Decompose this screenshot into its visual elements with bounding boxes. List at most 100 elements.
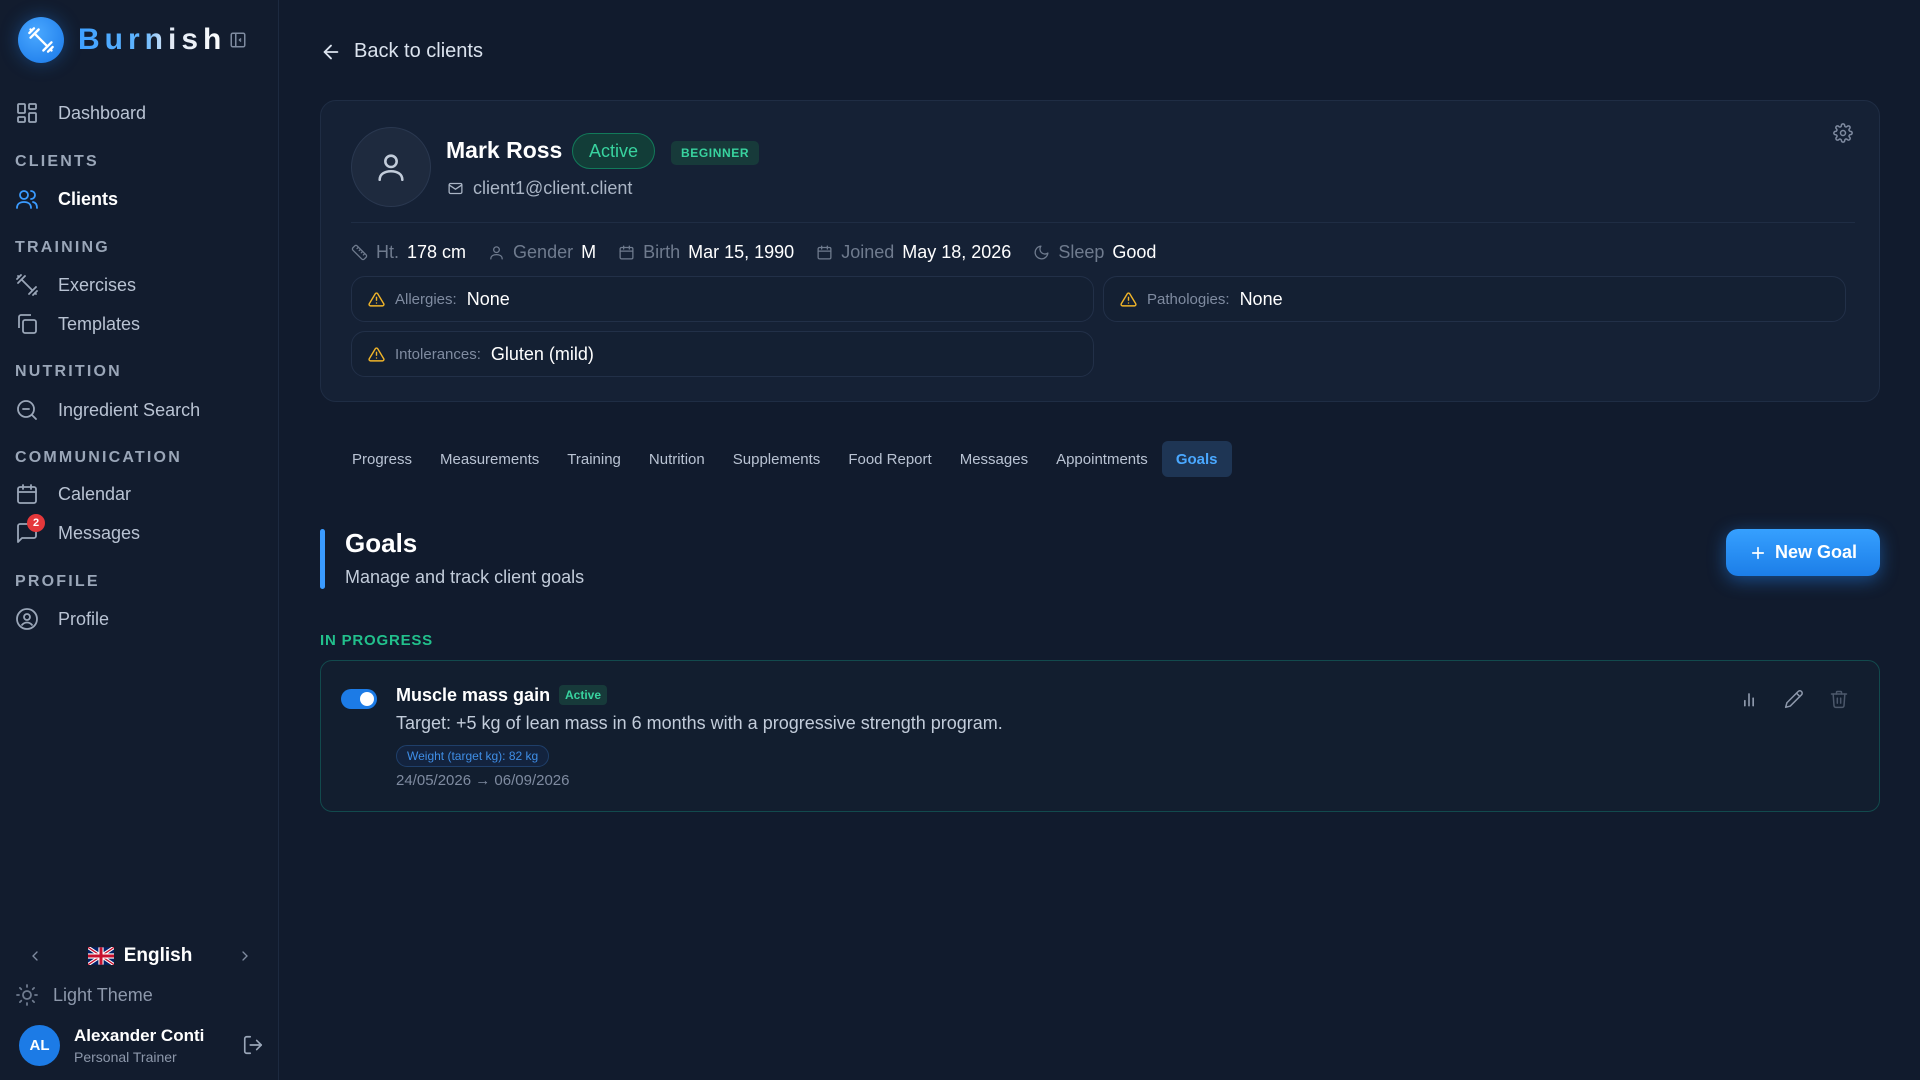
users-icon xyxy=(14,186,40,212)
stat-gender: Gender M xyxy=(488,242,596,263)
tab-food-report[interactable]: Food Report xyxy=(834,441,945,477)
mail-icon xyxy=(447,180,464,197)
tab-goals[interactable]: Goals xyxy=(1161,441,1232,477)
client-tabs: Progress Measurements Training Nutrition… xyxy=(334,436,1332,482)
dumbbell-icon xyxy=(14,272,40,298)
sidebar-item-label: Profile xyxy=(58,608,110,629)
language-switcher: English xyxy=(20,940,260,972)
allergies-value: None xyxy=(466,288,510,309)
sidebar-item-label: Ingredient Search xyxy=(58,399,201,420)
sidebar-item-calendar[interactable]: Calendar xyxy=(14,477,264,511)
pathologies-label: Pathologies: xyxy=(1147,290,1230,308)
tab-supplements[interactable]: Supplements xyxy=(719,441,835,477)
calendar-icon xyxy=(14,481,40,507)
goal-toggle[interactable] xyxy=(341,689,377,709)
message-icon: 2 xyxy=(14,514,45,546)
sidebar-item-label: Exercises xyxy=(58,274,137,295)
tab-measurements[interactable]: Measurements xyxy=(426,441,553,477)
avatar[interactable]: AL xyxy=(19,1024,60,1066)
intolerances-box: Intolerances: Gluten (mild) xyxy=(351,331,1094,377)
language-label: English xyxy=(123,945,193,966)
gear-icon[interactable] xyxy=(1833,123,1855,145)
client-name: Mark Ross xyxy=(446,137,563,163)
sidebar-collapse-icon[interactable] xyxy=(229,31,247,49)
page-title: Goals xyxy=(345,528,418,558)
client-avatar xyxy=(351,127,431,207)
theme-toggle[interactable]: Light Theme xyxy=(15,983,153,1007)
warning-icon xyxy=(368,346,385,363)
tab-progress[interactable]: Progress xyxy=(338,441,426,477)
new-goal-button[interactable]: New Goal xyxy=(1726,529,1880,576)
nav-section-profile: PROFILE xyxy=(15,573,100,590)
language-current[interactable]: English xyxy=(50,945,230,967)
sidebar-item-profile[interactable]: Profile xyxy=(14,602,264,636)
allergies-box: Allergies: None xyxy=(351,276,1094,322)
sun-icon xyxy=(15,983,39,1007)
section-in-progress: IN PROGRESS xyxy=(320,632,433,649)
goal-status-badge: Active xyxy=(559,685,608,705)
pathologies-box: Pathologies: None xyxy=(1103,276,1846,322)
chevron-left-icon[interactable] xyxy=(20,941,50,971)
stat-value: Good xyxy=(1112,241,1157,262)
chart-icon[interactable] xyxy=(1739,689,1761,711)
stat-value: May 18, 2026 xyxy=(902,241,1012,262)
plus-icon xyxy=(1749,544,1767,562)
sidebar-item-messages[interactable]: 2 Messages xyxy=(14,514,264,550)
user-role: Personal Trainer xyxy=(74,1048,177,1065)
stat-value: Mar 15, 1990 xyxy=(688,241,795,262)
new-goal-label: New Goal xyxy=(1774,542,1858,562)
stat-label: Sleep xyxy=(1058,241,1105,262)
tab-messages[interactable]: Messages xyxy=(946,441,1042,477)
sidebar-item-label: Messages xyxy=(58,522,141,543)
client-stats: Ht. 178 cm Gender M Birth Mar 15, 1990 J… xyxy=(351,239,1178,265)
pathologies-value: None xyxy=(1239,288,1283,309)
tab-nutrition[interactable]: Nutrition xyxy=(635,441,719,477)
nav-section-communication: COMMUNICATION xyxy=(15,449,182,466)
stat-label: Joined xyxy=(841,241,895,262)
moon-icon xyxy=(1033,244,1050,261)
search-icon xyxy=(14,397,40,423)
allergies-label: Allergies: xyxy=(395,290,457,308)
back-label: Back to clients xyxy=(354,40,483,62)
tab-appointments[interactable]: Appointments xyxy=(1042,441,1162,477)
brand-logo-icon xyxy=(18,17,64,63)
intolerances-value: Gluten (mild) xyxy=(490,343,594,364)
client-level-badge: BEGINNER xyxy=(671,141,760,165)
sidebar-item-exercises[interactable]: Exercises xyxy=(14,268,264,302)
sidebar-item-label: Templates xyxy=(58,313,141,334)
client-email: client1@client.client xyxy=(447,178,632,199)
stat-joined: Joined May 18, 2026 xyxy=(816,242,1011,263)
sidebar-item-clients[interactable]: Clients xyxy=(14,182,264,216)
user-icon xyxy=(374,150,408,184)
toggle-knob xyxy=(360,692,374,706)
sidebar-item-templates[interactable]: Templates xyxy=(14,307,264,341)
chevron-right-icon[interactable] xyxy=(230,941,260,971)
user-name: Alexander Conti xyxy=(74,1025,205,1045)
trash-icon[interactable] xyxy=(1829,689,1851,711)
edit-icon[interactable] xyxy=(1784,689,1806,711)
calendar-icon xyxy=(618,244,635,261)
tab-training[interactable]: Training xyxy=(553,441,635,477)
brand-name: Burnish xyxy=(78,23,227,56)
goal-card: Muscle mass gain Active Target: +5 kg of… xyxy=(320,660,1880,812)
dashboard-icon xyxy=(14,100,40,126)
divider xyxy=(351,222,1855,223)
logout-icon[interactable] xyxy=(242,1034,264,1056)
intolerances-label: Intolerances: xyxy=(395,345,481,363)
user-info: Alexander Conti Personal Trainer xyxy=(74,1026,204,1065)
stat-height: Ht. 178 cm xyxy=(351,242,466,263)
stat-label: Gender xyxy=(513,241,574,262)
sidebar-item-label: Calendar xyxy=(58,483,132,504)
warning-icon xyxy=(1120,291,1137,308)
goals-accent-bar xyxy=(320,529,325,589)
messages-badge: 2 xyxy=(27,514,45,532)
stat-sleep: Sleep Good xyxy=(1033,242,1156,263)
sidebar-item-dashboard[interactable]: Dashboard xyxy=(14,96,264,130)
back-to-clients-link[interactable]: Back to clients xyxy=(320,40,483,63)
user-card: AL Alexander Conti Personal Trainer xyxy=(19,1022,264,1068)
stat-birth: Birth Mar 15, 1990 xyxy=(618,242,794,263)
goal-target-tag: Weight (target kg): 82 kg xyxy=(396,745,550,767)
nav-section-training: TRAINING xyxy=(15,239,110,256)
page-subtitle: Manage and track client goals xyxy=(345,567,585,587)
sidebar-item-ingredient-search[interactable]: Ingredient Search xyxy=(14,393,264,427)
